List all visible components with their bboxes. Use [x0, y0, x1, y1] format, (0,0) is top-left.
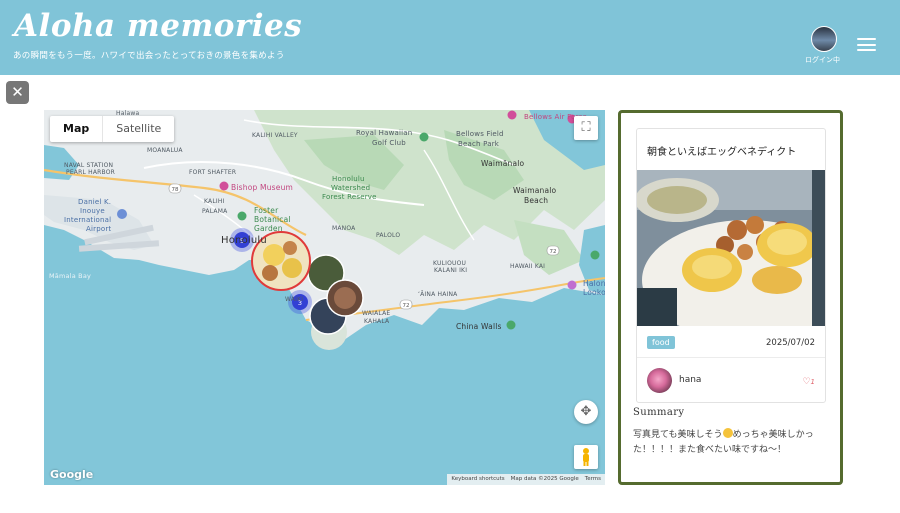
login-status: ログイン中 [805, 56, 840, 64]
map-label-pearl-harbor: PEARL HARBOR [66, 169, 116, 176]
summary-text: 写真見ても美味しそう めっちゃ美味しかった！！！！また食べたい味ですね〜！ [633, 428, 831, 458]
map-label-kuliouou: KULIOUOU [433, 260, 467, 267]
map-label-foster-3: Garden [254, 224, 283, 233]
map-label-waimanalo: Waimānalo [481, 159, 525, 168]
map-type-toggle: Map Satellite [50, 116, 175, 142]
map-label-waialae: WAIALAE [362, 310, 391, 317]
map-label-airport-2: Inouye [80, 207, 105, 215]
map-label-golf-club: Golf Club [372, 139, 406, 147]
map-label-airport-3: International [64, 216, 112, 224]
map-label-waimanalo-beach: Waimanalo [513, 186, 557, 195]
post-detail-panel: 朝食といえばエッグベネディクト food 2025/07/02 hana ♡1 … [618, 110, 843, 485]
map-label-palama: PALAMA [202, 208, 228, 215]
map-label-beach: Beach [524, 196, 549, 205]
map-attribution: Keyboard shortcuts Map data ©2025 Google… [447, 474, 605, 485]
map-label-foster-1: Foster [254, 206, 279, 215]
site-title[interactable]: Aloha memories [14, 8, 302, 44]
category-tag[interactable]: food [647, 336, 675, 349]
keyboard-shortcuts-link[interactable]: Keyboard shortcuts [451, 474, 504, 485]
map-label-bishop-museum: Bishop Museum [231, 183, 294, 192]
close-button[interactable]: ✕ [6, 81, 29, 104]
map-label-forest-reserve: Forest Reserve [322, 193, 377, 201]
pegman-icon[interactable] [574, 445, 598, 469]
map-label-beach-park: Beach Park [458, 140, 500, 148]
post-photo [637, 170, 825, 326]
svg-text:78: 78 [172, 187, 179, 193]
author-name[interactable]: hana [679, 375, 701, 385]
svg-text:72: 72 [403, 303, 410, 309]
map-label-watershed: Watershed [331, 184, 371, 192]
post-title: 朝食といえばエッグベネディクト [647, 147, 797, 158]
summary-heading: Summary [633, 407, 685, 418]
post-date: 2025/07/02 [766, 338, 815, 348]
heart-icon: ♡ [802, 377, 811, 387]
like-button[interactable]: ♡1 [802, 377, 815, 387]
map-label-airport-1: Daniel K. [78, 198, 112, 206]
map-label-honolulu: Honolulu [221, 235, 267, 246]
map-label-waikiki: WAIKI [285, 296, 304, 303]
map-label-kalani-iki: KALANI IKI [434, 267, 468, 274]
map-label-china-walls: China Walls [456, 322, 502, 331]
map-label-royal-hawaiian: Royal Hawaiian [356, 129, 413, 137]
google-logo: Google [50, 468, 94, 481]
map-label-mamala-bay: Māmala Bay [49, 272, 92, 280]
map-label-bellows-field: Bellows Field [456, 130, 504, 138]
map-label-kalihi-valley: KALIHI VALLEY [252, 132, 298, 139]
post-card[interactable]: 朝食といえばエッグベネディクト food 2025/07/02 hana ♡1 [636, 128, 826, 403]
terms-link[interactable]: Terms [585, 474, 601, 485]
like-count: 1 [810, 378, 815, 386]
map-label-honolulu-watershed: Honolulu [332, 175, 365, 183]
map-view[interactable]: 78 72 72 5 3 Halawa MOANALUA KALIHI VALL… [44, 110, 605, 485]
map-label-fort-shafter: FORT SHAFTER [189, 169, 237, 176]
camera-control-icon[interactable]: ✥ [574, 400, 598, 424]
map-label-kahala: KAHALA [364, 318, 390, 325]
map-label-hawaii-kai: HAWAII KAI [510, 263, 546, 270]
site-header: Aloha memories あの瞬間をもう一度。ハワイで出会ったとっておきの景… [0, 0, 900, 75]
map-label-halona-2: Looko [583, 288, 605, 297]
map-label-aina-haina: ʻĀINA HAINA [418, 291, 458, 298]
map-label-naval-station: NAVAL STATION [64, 162, 114, 169]
map-label-palolo: PALOLO [376, 232, 401, 239]
map-label-kalihi: KALIHI [204, 198, 225, 205]
fullscreen-icon[interactable]: ⛶ [574, 116, 598, 140]
hamburger-menu-icon[interactable] [857, 38, 876, 51]
map-label-airport-4: Airport [86, 225, 112, 233]
author-avatar[interactable] [647, 368, 672, 393]
user-avatar[interactable] [811, 26, 837, 52]
map-label-manoa: MANOA [332, 225, 356, 232]
map-type-satellite-button[interactable]: Satellite [103, 116, 174, 142]
map-label-moanalua: MOANALUA [147, 147, 183, 154]
map-label-foster-2: Botanical [254, 215, 291, 224]
svg-text:72: 72 [550, 249, 557, 255]
smile-emoji-icon [722, 428, 733, 438]
summary-text-part-1: 写真見ても美味しそう [633, 430, 723, 440]
map-data-text: Map data ©2025 Google [510, 476, 579, 482]
map-label-halona-1: Halon [583, 279, 605, 288]
map-type-map-button[interactable]: Map [50, 116, 104, 142]
card-divider [637, 357, 825, 358]
site-tagline: あの瞬間をもう一度。ハワイで出会ったとっておきの景色を集めよう [13, 51, 285, 61]
